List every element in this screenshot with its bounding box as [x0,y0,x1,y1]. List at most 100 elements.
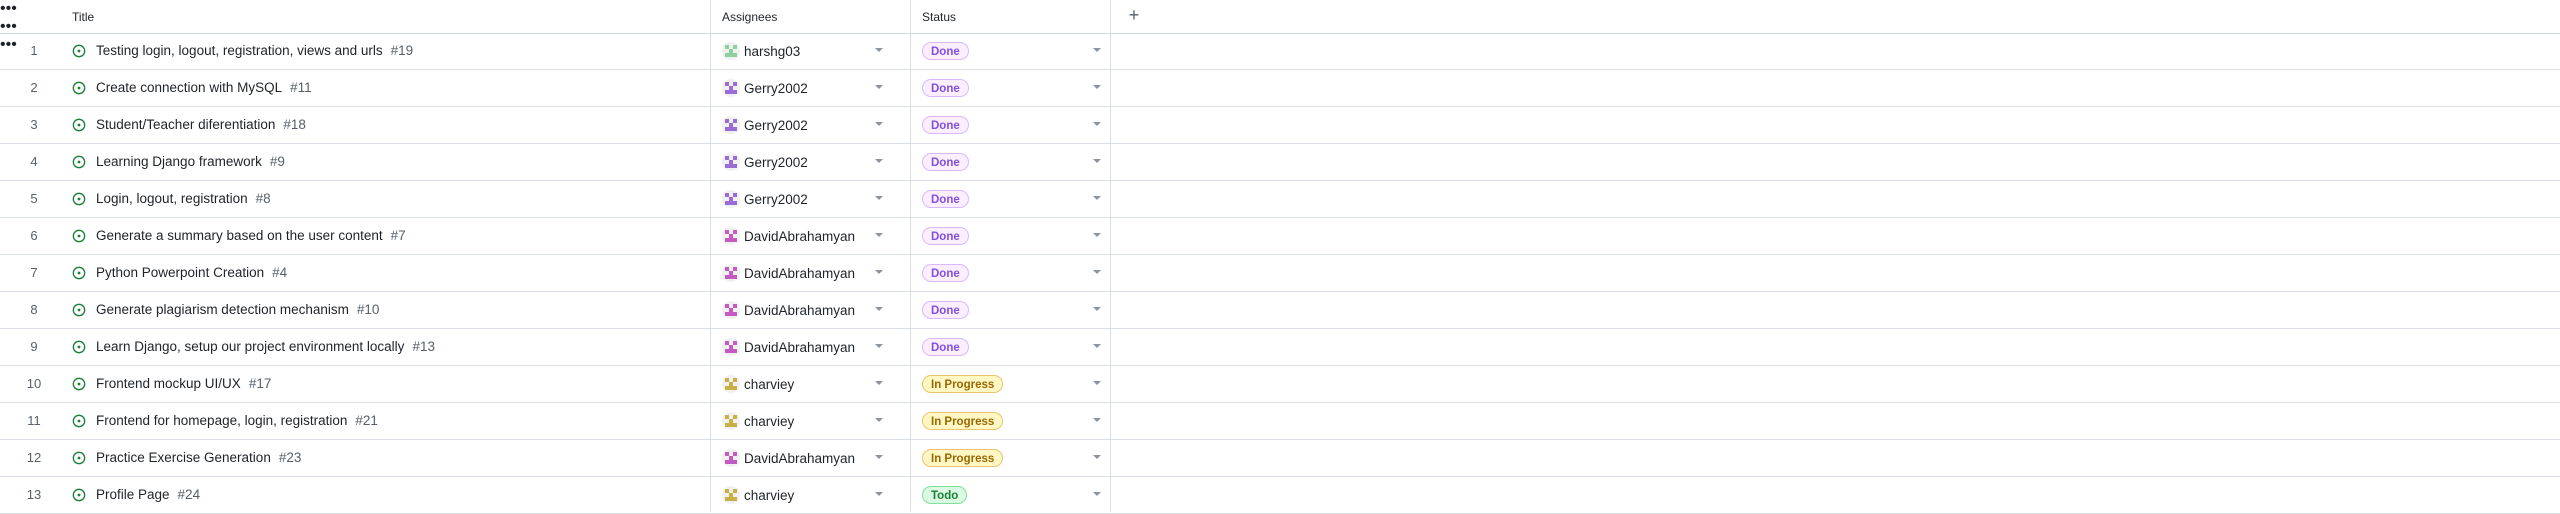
table-row[interactable]: 1 Testing login, logout, registration, v… [0,33,2560,70]
table-row[interactable]: 3 Student/Teacher diferentiation #18 Gerr… [0,107,2560,144]
status-badge[interactable]: Done [922,42,969,60]
assignee-cell[interactable]: Gerry2002 [722,144,808,180]
status-dropdown-chevron-down-icon[interactable] [1093,492,1101,496]
column-header-title[interactable]: Title [72,0,708,33]
issue-title-link[interactable]: Learning Django framework #9 [96,144,285,180]
assignee-cell[interactable]: Gerry2002 [722,70,808,106]
issue-title-link[interactable]: Create connection with MySQL #11 [96,70,312,106]
assignee-dropdown-chevron-down-icon[interactable] [875,344,883,348]
assignee-dropdown-chevron-down-icon[interactable] [875,492,883,496]
table-row[interactable]: 13 Profile Page #24 charviey Todo [0,477,2560,514]
issue-title-link[interactable]: Practice Exercise Generation #23 [96,440,301,476]
avatar [722,190,740,208]
assignee-dropdown-chevron-down-icon[interactable] [875,196,883,200]
status-dropdown-chevron-down-icon[interactable] [1093,159,1101,163]
table-row[interactable]: 9 Learn Django, setup our project enviro… [0,329,2560,366]
assignee-dropdown-chevron-down-icon[interactable] [875,418,883,422]
status-dropdown-chevron-down-icon[interactable] [1093,122,1101,126]
assignee-cell[interactable]: charviey [722,477,794,513]
status-badge[interactable]: Done [922,153,969,171]
status-dropdown-chevron-down-icon[interactable] [1093,381,1101,385]
issue-title-link[interactable]: Generate plagiarism detection mechanism #… [96,292,379,328]
status-badge[interactable]: Done [922,79,969,97]
issue-title: Learning Django framework [96,154,262,169]
status-dropdown-chevron-down-icon[interactable] [1093,196,1101,200]
assignee-dropdown-chevron-down-icon[interactable] [875,48,883,52]
assignee-dropdown-chevron-down-icon[interactable] [875,455,883,459]
assignee-dropdown-chevron-down-icon[interactable] [875,122,883,126]
issue-title-link[interactable]: Login, logout, registration #8 [96,181,271,217]
assignee-cell[interactable]: charviey [722,366,794,402]
status-dropdown-chevron-down-icon[interactable] [1093,270,1101,274]
assignee-cell[interactable]: DavidAbrahamyan [722,218,855,254]
assignee-name: DavidAbrahamyan [744,450,856,466]
assignee-cell[interactable]: DavidAbrahamyan [722,292,855,328]
open-issue-icon [72,81,86,95]
status-badge[interactable]: Done [922,116,969,134]
assignee-cell[interactable]: Gerry2002 [722,181,808,217]
table-row[interactable]: 11 Frontend for homepage, login, registr… [0,403,2560,440]
assignee-cell[interactable]: Gerry2002 [722,107,808,143]
table-row[interactable]: 8 Generate plagiarism detection mechanis… [0,292,2560,329]
row-number: 1 [30,43,38,58]
column-header-assignees[interactable]: Assignees [722,0,908,33]
table-row[interactable]: 2 Create connection with MySQL #11 Gerry2… [0,70,2560,107]
issue-title-link[interactable]: Profile Page #24 [96,477,200,513]
issue-title: Create connection with MySQL [96,80,283,95]
issue-title: Frontend for homepage, login, registrati… [96,413,348,428]
row-number: 8 [30,302,38,317]
status-dropdown-chevron-down-icon[interactable] [1093,85,1101,89]
status-badge[interactable]: Todo [922,486,968,504]
status-badge[interactable]: Done [922,264,969,282]
issue-title: Practice Exercise Generation [96,450,271,465]
status-badge[interactable]: Done [922,338,969,356]
issue-title-link[interactable]: Testing login, logout, registration, vie… [96,33,413,69]
assignee-cell[interactable]: harshg03 [722,33,800,69]
status-badge[interactable]: In Progress [922,375,1004,393]
table-row[interactable]: 12 Practice Exercise Generation #23 David… [0,440,2560,477]
status-badge[interactable]: In Progress [922,449,1004,467]
assignee-cell[interactable]: charviey [722,403,794,439]
status-badge[interactable]: Done [922,301,969,319]
row-number: 9 [30,339,38,354]
issue-title-link[interactable]: Generate a summary based on the user con… [96,218,406,254]
status-dropdown-chevron-down-icon[interactable] [1093,233,1101,237]
status-badge[interactable]: Done [922,227,969,245]
issue-title-link[interactable]: Learn Django, setup our project environm… [96,329,435,365]
assignee-name: charviey [744,487,795,503]
assignee-dropdown-chevron-down-icon[interactable] [875,159,883,163]
issue-title: Profile Page [96,487,170,502]
issue-number: #19 [390,43,414,58]
assignee-dropdown-chevron-down-icon[interactable] [875,85,883,89]
avatar [722,264,740,282]
status-badge[interactable]: In Progress [922,412,1004,430]
status-badge[interactable]: Done [922,190,969,208]
table-row[interactable]: 7 Python Powerpoint Creation #4 DavidAbra… [0,255,2560,292]
add-field-plus-icon[interactable]: + [1125,6,1143,25]
assignee-cell[interactable]: DavidAbrahamyan [722,255,855,291]
assignee-name: harshg03 [744,43,801,59]
status-dropdown-chevron-down-icon[interactable] [1093,307,1101,311]
table-row[interactable]: 10 Frontend mockup UI/UX #17 charviey In … [0,366,2560,403]
assignee-dropdown-chevron-down-icon[interactable] [875,270,883,274]
assignee-cell[interactable]: DavidAbrahamyan [722,440,855,476]
assignee-dropdown-chevron-down-icon[interactable] [875,307,883,311]
assignee-cell[interactable]: DavidAbrahamyan [722,329,855,365]
issue-title-link[interactable]: Python Powerpoint Creation #4 [96,255,287,291]
status-dropdown-chevron-down-icon[interactable] [1093,455,1101,459]
assignee-dropdown-chevron-down-icon[interactable] [875,233,883,237]
status-dropdown-chevron-down-icon[interactable] [1093,48,1101,52]
assignee-dropdown-chevron-down-icon[interactable] [875,381,883,385]
assignee-name: DavidAbrahamyan [744,228,856,244]
table-row[interactable]: 5 Login, logout, registration #8 Gerry200… [0,181,2560,218]
issue-title-link[interactable]: Frontend mockup UI/UX #17 [96,366,271,402]
table-row[interactable]: 6 Generate a summary based on the user c… [0,218,2560,255]
open-issue-icon [72,414,86,428]
assignee-name: charviey [744,413,795,429]
issue-title-link[interactable]: Frontend for homepage, login, registrati… [96,403,378,439]
column-header-status[interactable]: Status [922,0,1108,33]
status-dropdown-chevron-down-icon[interactable] [1093,344,1101,348]
issue-title-link[interactable]: Student/Teacher diferentiation #18 [96,107,306,143]
table-row[interactable]: 4 Learning Django framework #9 Gerry2002 … [0,144,2560,181]
status-dropdown-chevron-down-icon[interactable] [1093,418,1101,422]
